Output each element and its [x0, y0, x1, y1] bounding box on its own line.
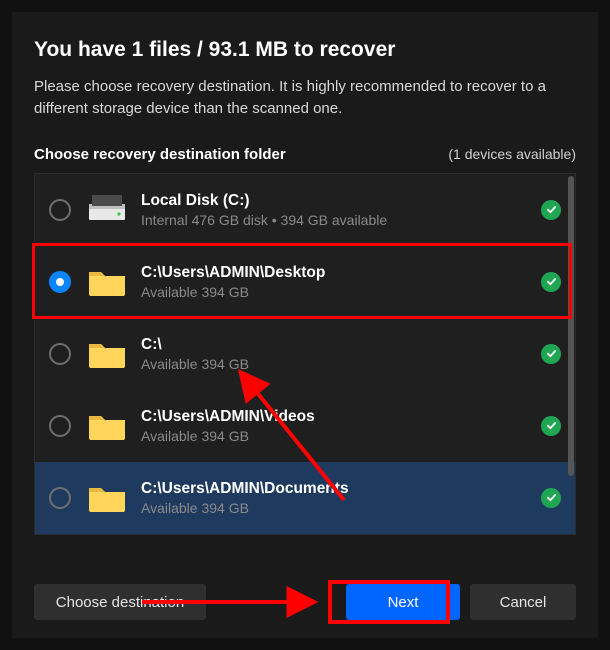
row-subtitle: Available 394 GB [141, 500, 541, 516]
folder-icon [85, 482, 129, 514]
radio-icon[interactable] [49, 199, 71, 221]
check-icon [541, 488, 561, 508]
row-subtitle: Available 394 GB [141, 284, 541, 300]
scrollbar-thumb[interactable] [568, 176, 574, 476]
page-title: You have 1 files / 93.1 MB to recover [34, 38, 576, 62]
row-title: C:\ [141, 335, 541, 354]
folder-icon [85, 338, 129, 370]
destination-row-videos[interactable]: C:\Users\ADMIN\Videos Available 394 GB [35, 390, 575, 462]
scrollbar[interactable] [567, 174, 575, 534]
cancel-button[interactable]: Cancel [470, 584, 576, 620]
recovery-destination-panel: You have 1 files / 93.1 MB to recover Pl… [12, 12, 598, 638]
destination-row-local-disk[interactable]: Local Disk (C:) Internal 476 GB disk • 3… [35, 174, 575, 246]
destination-row-c-root[interactable]: C:\ Available 394 GB [35, 318, 575, 390]
disk-icon [85, 195, 129, 225]
check-icon [541, 416, 561, 436]
section-label: Choose recovery destination folder [34, 146, 286, 163]
destination-row-desktop[interactable]: C:\Users\ADMIN\Desktop Available 394 GB [35, 246, 575, 318]
footer-buttons: Choose destination Next Cancel [34, 584, 576, 620]
row-title: C:\Users\ADMIN\Desktop [141, 263, 541, 282]
check-icon [541, 344, 561, 364]
choose-destination-button[interactable]: Choose destination [34, 584, 206, 620]
radio-icon[interactable] [49, 415, 71, 437]
section-header: Choose recovery destination folder (1 de… [34, 146, 576, 163]
folder-icon [85, 410, 129, 442]
row-title: C:\Users\ADMIN\Documents [141, 479, 541, 498]
page-subtitle: Please choose recovery destination. It i… [34, 76, 576, 120]
radio-icon[interactable] [49, 271, 71, 293]
check-icon [541, 272, 561, 292]
destination-row-documents[interactable]: C:\Users\ADMIN\Documents Available 394 G… [35, 462, 575, 534]
next-button[interactable]: Next [346, 584, 460, 620]
row-subtitle: Internal 476 GB disk • 394 GB available [141, 212, 541, 228]
row-title: C:\Users\ADMIN\Videos [141, 407, 541, 426]
destination-list: Local Disk (C:) Internal 476 GB disk • 3… [34, 173, 576, 535]
folder-icon [85, 266, 129, 298]
devices-available: (1 devices available) [448, 146, 576, 162]
radio-icon[interactable] [49, 343, 71, 365]
row-title: Local Disk (C:) [141, 191, 541, 210]
row-subtitle: Available 394 GB [141, 428, 541, 444]
radio-icon[interactable] [49, 487, 71, 509]
check-icon [541, 200, 561, 220]
row-subtitle: Available 394 GB [141, 356, 541, 372]
